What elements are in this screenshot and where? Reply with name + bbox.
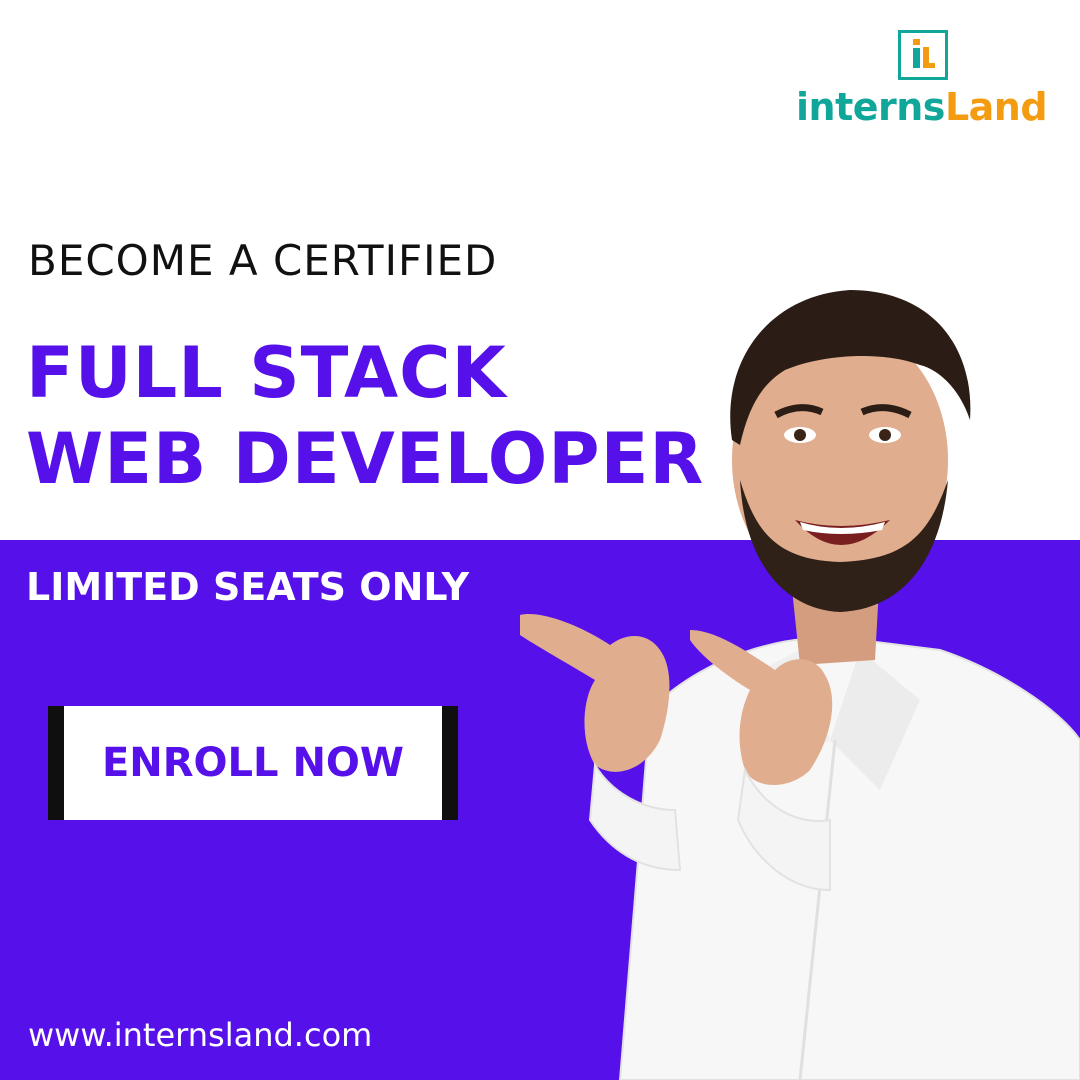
person-photo <box>520 290 1080 1080</box>
poster: internsLand BECOME A CERTIFIED FULL STAC… <box>0 0 1080 1080</box>
logo-wordmark-part2: Land <box>944 85 1048 129</box>
website-url[interactable]: www.internsland.com <box>28 1016 372 1054</box>
internsland-logo: internsLand <box>796 30 1048 140</box>
logo-wordmark-part1: interns <box>796 85 945 129</box>
logo-wordmark: internsLand <box>796 85 1048 129</box>
eyebrow-text: BECOME A CERTIFIED <box>28 236 498 285</box>
logo-mark-icon <box>898 30 948 80</box>
enroll-now-button[interactable]: ENROLL NOW <box>48 706 458 820</box>
left-hand <box>520 614 670 772</box>
limited-seats-text: LIMITED SEATS ONLY <box>26 565 470 609</box>
